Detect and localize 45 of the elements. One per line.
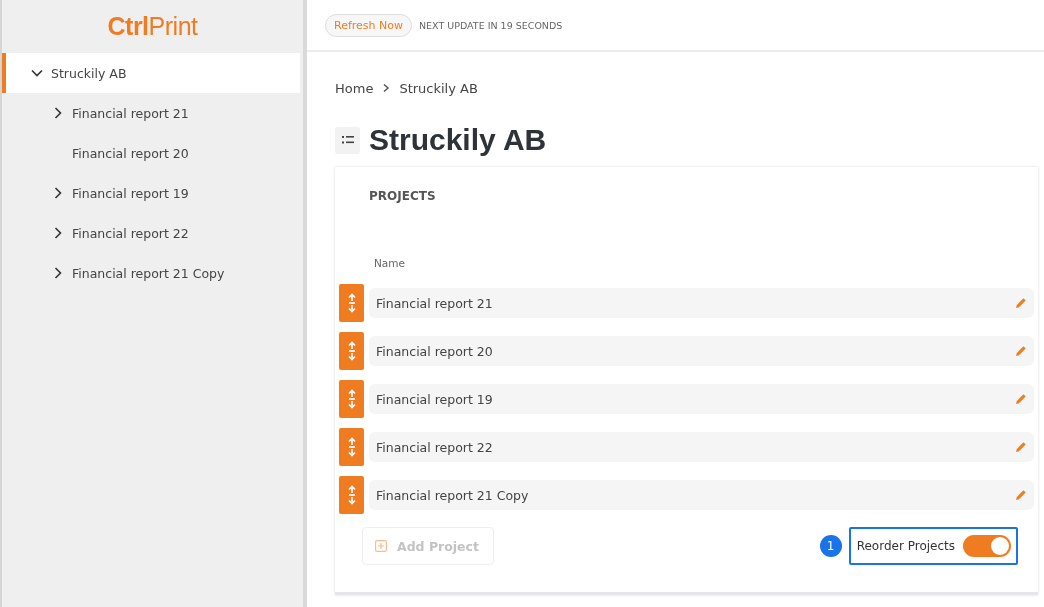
project-name: Financial report 21 Copy (376, 487, 529, 503)
up-down-arrows-icon (346, 389, 357, 409)
step-badge: 1 (819, 535, 842, 557)
tree-item[interactable]: Struckily AB (2, 53, 300, 93)
drag-handle[interactable] (339, 476, 364, 514)
project-row[interactable]: Financial report 19 (369, 384, 1034, 414)
toggle-switch[interactable] (963, 535, 1011, 557)
chevron-right-icon (381, 83, 392, 93)
up-down-arrows-icon (346, 293, 357, 313)
drag-handle[interactable] (339, 380, 364, 418)
drag-handle[interactable] (339, 332, 364, 370)
project-row[interactable]: Financial report 21 Copy (369, 480, 1034, 510)
drag-handle[interactable] (339, 284, 364, 322)
breadcrumb-link[interactable]: Struckily AB (399, 80, 478, 96)
up-down-arrows-icon (346, 485, 357, 505)
tree-item[interactable]: Financial report 21 (2, 93, 300, 133)
project-name: Financial report 19 (376, 391, 493, 407)
plus-square-icon (375, 540, 387, 552)
project-name: Financial report 21 (376, 295, 493, 311)
page-title: Struckily AB (369, 123, 547, 157)
tree-item[interactable]: Financial report 22 (2, 213, 300, 253)
up-down-arrows-icon (346, 437, 357, 457)
pencil-icon (1015, 297, 1027, 309)
update-status: NEXT UPDATE IN 19 SECONDS (419, 19, 563, 31)
project-name: Financial report 22 (376, 439, 493, 455)
tree-item[interactable]: Financial report 21 Copy (2, 253, 300, 293)
pencil-icon (1015, 345, 1027, 357)
up-down-arrows-icon (346, 341, 357, 361)
pencil-icon (1015, 441, 1027, 453)
column-header: Name (373, 257, 406, 271)
list-icon (341, 136, 354, 144)
toggle-label: Reorder Projects (856, 539, 955, 553)
project-name: Financial report 20 (376, 343, 493, 359)
pencil-icon (1015, 393, 1027, 405)
list-button[interactable] (335, 126, 360, 154)
tree-item[interactable]: Financial report 19 (2, 173, 300, 213)
section-heading: PROJECTS (368, 189, 437, 205)
tree-item[interactable]: Financial report 20 (2, 133, 300, 173)
pencil-icon (1015, 489, 1027, 501)
project-row[interactable]: Financial report 20 (369, 336, 1034, 366)
breadcrumb-link[interactable]: Home (335, 80, 374, 96)
drag-handle[interactable] (339, 428, 364, 466)
project-row[interactable]: Financial report 21 (369, 288, 1034, 318)
project-row[interactable]: Financial report 22 (369, 432, 1034, 462)
logo: CtrlPrint (106, 11, 199, 42)
